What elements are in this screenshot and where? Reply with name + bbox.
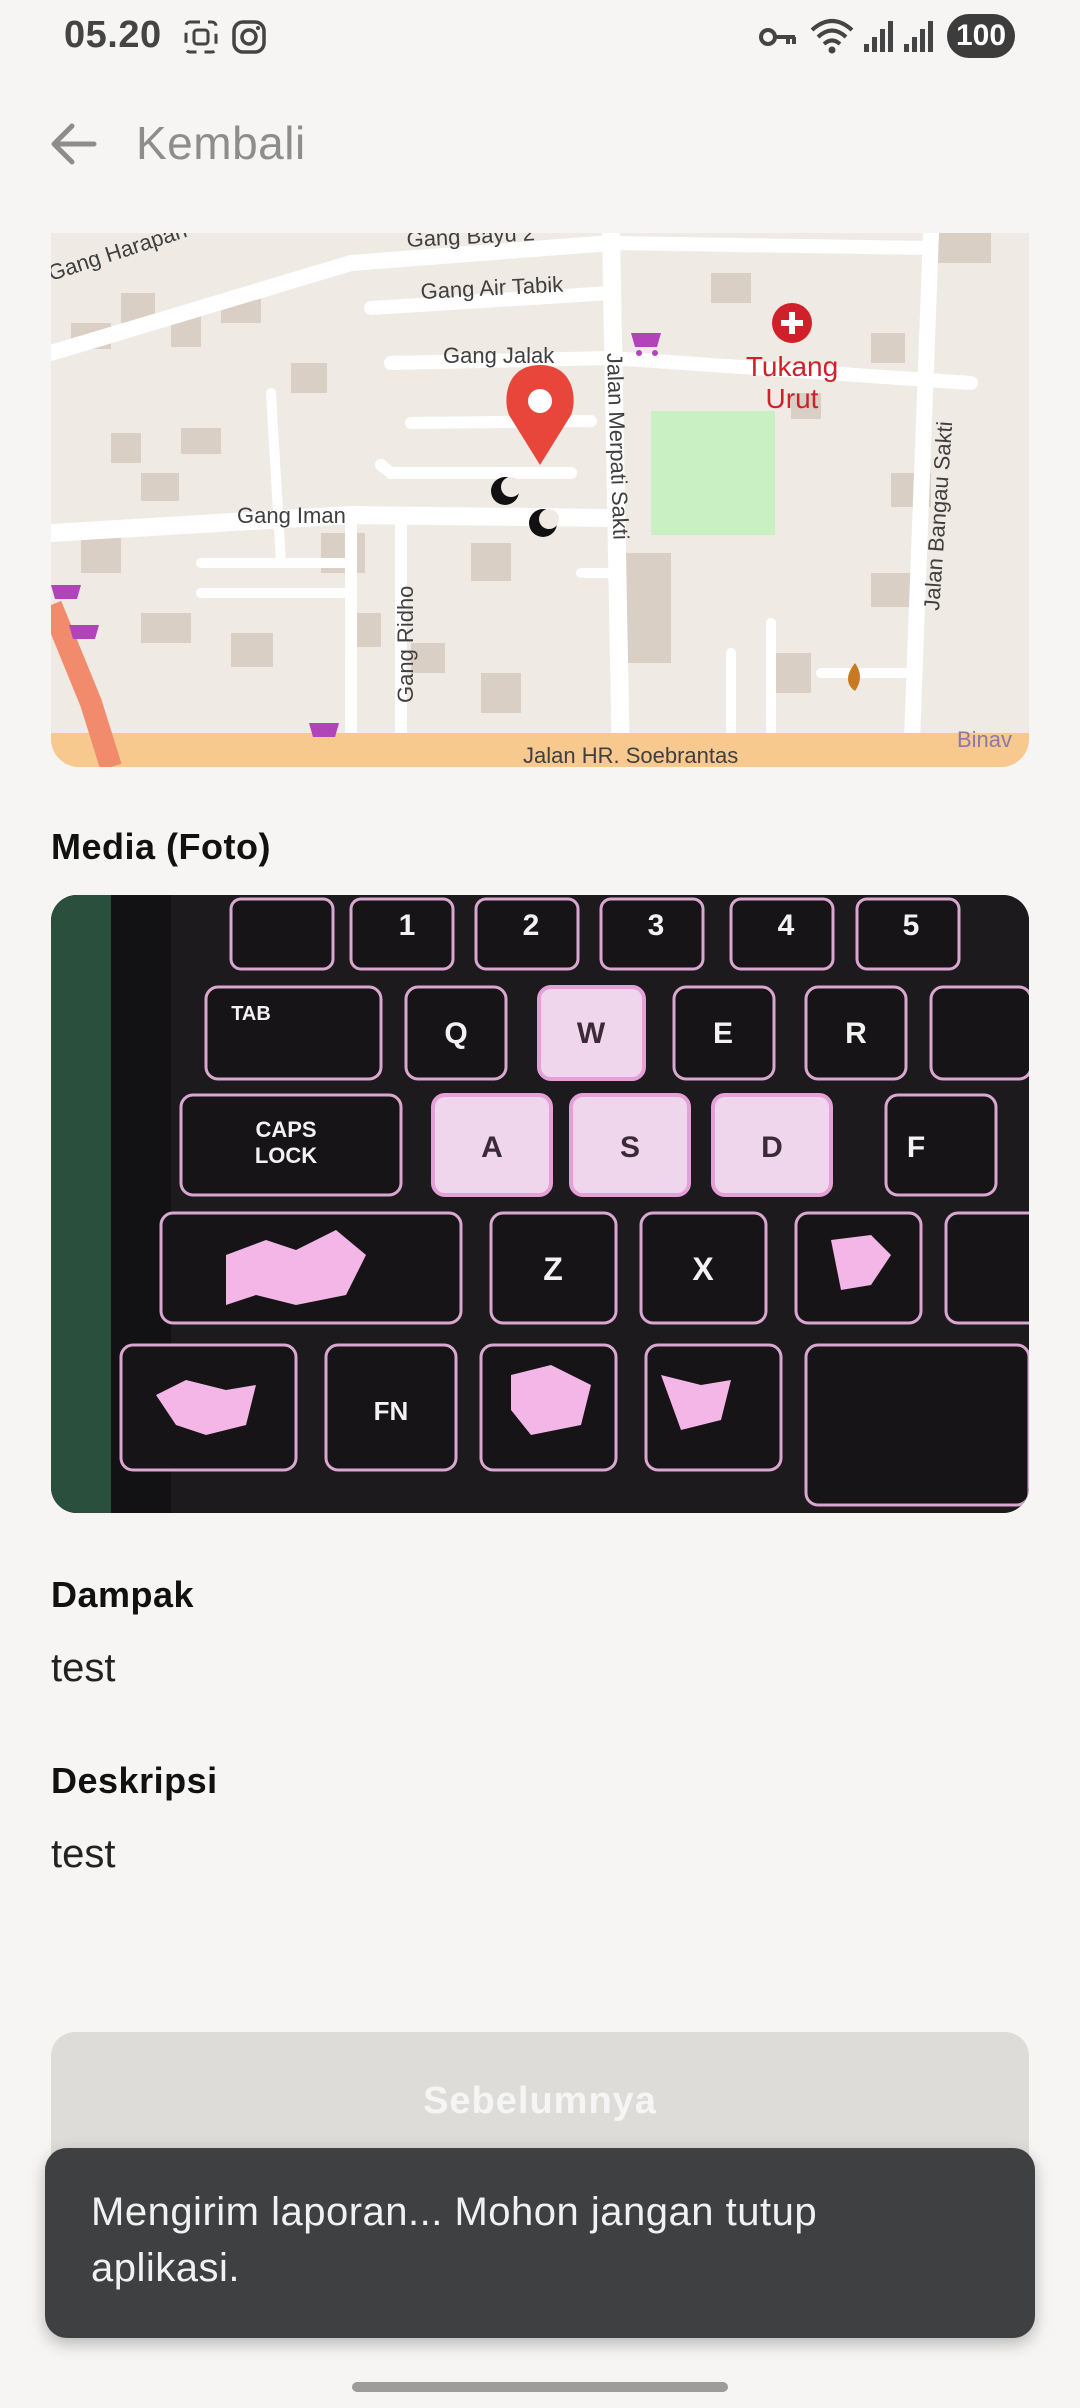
poi-label: Urut	[766, 383, 819, 414]
key-label: F	[907, 1131, 925, 1164]
location-map[interactable]: Gang Harapan Gang Bayu 2 Gang Air Tabik …	[51, 233, 1029, 767]
map-street-label: Gang Iman	[237, 503, 346, 528]
description-label: Deskripsi	[51, 1760, 218, 1801]
impact-value: test	[51, 1646, 116, 1690]
media-photo[interactable]: 1 2 3 4 5 TAB Q W E R CAPS LOCK A S D F …	[51, 895, 1029, 1513]
map-street-label: Jalan HR. Soebrantas	[523, 743, 738, 767]
vpn-key-icon	[759, 28, 796, 46]
key-label: 5	[903, 909, 920, 942]
key-label: TAB	[231, 1003, 271, 1025]
home-indicator[interactable]	[352, 2382, 728, 2392]
map-street-label: Binav	[957, 727, 1012, 752]
battery-icon: 100	[947, 14, 1015, 58]
snackbar-message: Mengirim laporan... Mohon jangan tutup a…	[91, 2190, 818, 2290]
key-label: CAPS	[255, 1117, 316, 1142]
previous-button-label: Sebelumnya	[423, 2080, 657, 2122]
signal-icon	[864, 21, 893, 52]
key-label: R	[845, 1017, 867, 1050]
key-label: Q	[444, 1017, 467, 1050]
key-label: 2	[523, 909, 540, 942]
key-label: FN	[374, 1396, 409, 1426]
key-label: 3	[648, 909, 665, 942]
snackbar: Mengirim laporan... Mohon jangan tutup a…	[45, 2148, 1035, 2338]
key-label: 1	[399, 909, 416, 942]
instagram-icon	[232, 20, 266, 54]
poi-label: Tukang	[746, 351, 838, 382]
status-bar: 05.20 100	[0, 0, 1080, 72]
media-label: Media (Foto)	[51, 826, 271, 867]
poi-medical-icon	[772, 303, 812, 343]
map-street-label: Gang Ridho	[393, 586, 418, 703]
key-label: D	[761, 1131, 783, 1164]
app-bar: Kembali	[0, 96, 1080, 192]
back-button[interactable]: Kembali	[136, 116, 306, 170]
description-value: test	[51, 1832, 116, 1876]
map-street-label: Gang Jalak	[443, 343, 555, 368]
wifi-icon	[810, 19, 854, 54]
key-label: S	[620, 1131, 640, 1164]
key-label: Z	[543, 1251, 563, 1287]
arrow-left-icon[interactable]	[40, 114, 116, 174]
screenshot-icon	[184, 20, 218, 54]
key-label: W	[577, 1017, 606, 1050]
signal-icon	[904, 21, 933, 52]
key-label: X	[692, 1251, 714, 1287]
status-time: 05.20	[64, 14, 162, 56]
key-label: E	[713, 1017, 733, 1050]
impact-label: Dampak	[51, 1574, 195, 1615]
key-label: A	[481, 1131, 503, 1164]
key-label: LOCK	[255, 1143, 317, 1168]
key-label: 4	[778, 909, 795, 942]
